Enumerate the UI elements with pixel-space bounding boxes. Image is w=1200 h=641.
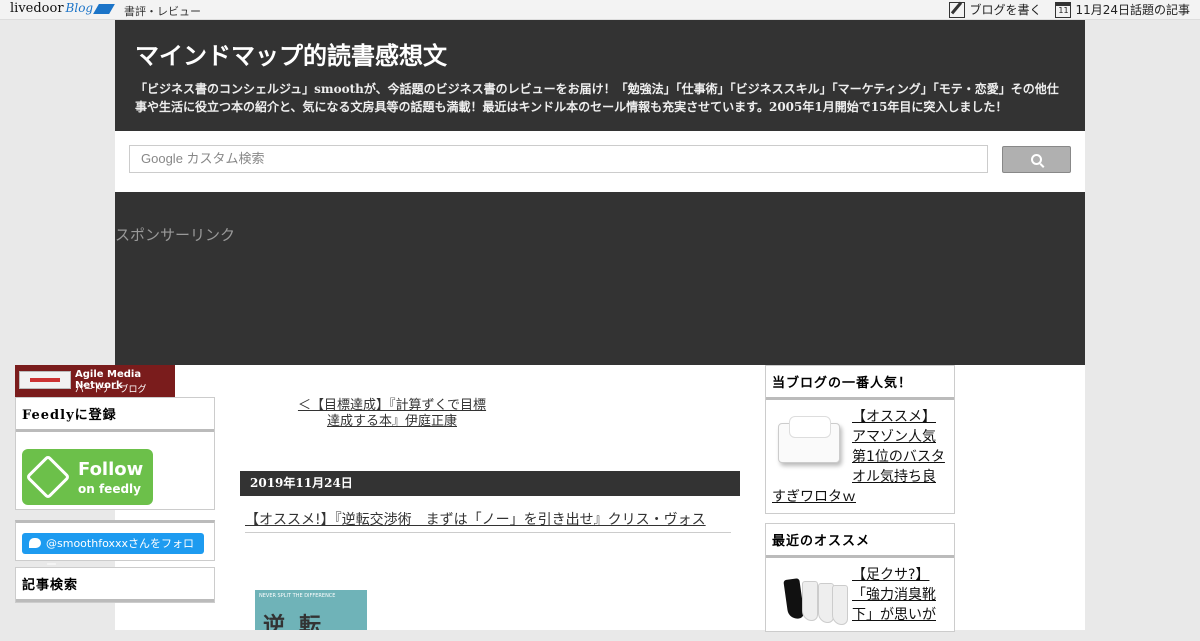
top-right-links: ブログを書く 11 11月24日話題の記事 (949, 1, 1190, 18)
towel-image (778, 416, 840, 463)
popular-widget: 当ブログの一番人気！ 【オススメ】アマゾン人気第1位のバスタオル気持ち良すぎワロ… (765, 365, 955, 514)
feedly-follow-text: Follow (78, 459, 144, 480)
previous-post-link[interactable]: ＜【目標達成】『計算ずくで目標達成する本』伊庭正康 (297, 398, 487, 430)
recent-widget-title: 最近のオススメ (766, 524, 954, 558)
sponsor-label: スポンサーリンク (115, 226, 236, 244)
twitter-widget: @smoothfoxxxさんをフォロー (15, 520, 215, 571)
logo-swoosh-icon (93, 3, 115, 14)
socks-image (778, 575, 848, 625)
calendar-icon: 11 (1055, 1, 1072, 18)
write-blog-label: ブログを書く (969, 3, 1042, 17)
blog-description: 「ビジネス書のコンシェルジュ」smoothが、今話題のビジネス書のレビューをお届… (135, 82, 1059, 114)
search-icon (1031, 154, 1042, 165)
date-topic-link[interactable]: 11 11月24日話題の記事 (1055, 1, 1190, 18)
search-bar: Google カスタム検索 (115, 131, 1085, 192)
towel-thumbnail[interactable] (772, 409, 846, 473)
feedly-follow-button[interactable]: Follow on feedly (22, 449, 153, 505)
blog-title[interactable]: マインドマップ的読書感想文 (135, 36, 1065, 71)
pencil-icon (949, 1, 966, 18)
recent-widget: 最近のオススメ 【足クサ?】「強力消臭靴下」が思いが (765, 523, 955, 632)
feedly-widget-title: Feedlyに登録 (16, 398, 214, 432)
recent-post-title: 【足クサ?】「強力消臭靴下」が思いが (852, 567, 936, 623)
post-title-link[interactable]: 【オススメ!】『逆転交渉術 まずは「ノー」を引き出せ』クリス・ヴォス (245, 511, 731, 533)
feedly-icon (25, 454, 71, 500)
post-date: 2019年11月24日 (240, 471, 740, 496)
left-sidebar: Agile Media Network パートナーブログ Feedlyに登録 F… (15, 365, 215, 603)
search-input[interactable]: Google カスタム検索 (129, 145, 988, 173)
twitter-bird-icon (29, 538, 41, 548)
amn-banner[interactable]: Agile Media Network パートナーブログ (15, 365, 175, 397)
sponsor-area: スポンサーリンク (115, 192, 1085, 365)
category-link[interactable]: 書評・レビュー (124, 3, 201, 19)
recent-post-link[interactable]: 【足クサ?】「強力消臭靴下」が思いが (766, 558, 954, 631)
logo-text: livedoor (10, 1, 64, 16)
popular-widget-title: 当ブログの一番人気！ (766, 366, 954, 400)
search-button[interactable] (1002, 146, 1071, 173)
socks-thumbnail[interactable] (772, 567, 848, 631)
feedly-on-text: on feedly (78, 482, 141, 496)
book-cover-image[interactable]: NEVER SPLIT THE DIFFERENCE 逆転 (255, 590, 367, 630)
twitter-follow-label: @smoothfoxxxさんをフォロー (46, 537, 194, 571)
feedly-widget: Feedlyに登録 Follow on feedly (15, 397, 215, 510)
book-cover-title: 逆転 (263, 614, 336, 630)
date-topic-label: 11月24日話題の記事 (1075, 3, 1190, 17)
amn-subtitle: パートナーブログ (75, 385, 147, 395)
right-sidebar: 当ブログの一番人気！ 【オススメ】アマゾン人気第1位のバスタオル気持ち良すぎワロ… (765, 365, 955, 641)
article-search-widget: 記事検索 (15, 567, 215, 603)
popular-post-link[interactable]: 【オススメ】アマゾン人気第1位のバスタオル気持ち良すぎワロタｗ (766, 400, 954, 513)
logo-blog-text: Blog (65, 1, 94, 15)
twitter-follow-button[interactable]: @smoothfoxxxさんをフォロー (22, 533, 204, 571)
write-blog-link[interactable]: ブログを書く (949, 1, 1041, 18)
amn-logo-icon (19, 371, 71, 389)
book-cover-header: NEVER SPLIT THE DIFFERENCE (259, 593, 336, 599)
blog-header: マインドマップ的読書感想文 「ビジネス書のコンシェルジュ」smoothが、今話題… (115, 20, 1085, 131)
top-bar: livedoor Blog 書評・レビュー ブログを書く 11 11月24日話題の… (0, 0, 1200, 20)
livedoor-blog-logo[interactable]: livedoor Blog (10, 1, 115, 16)
